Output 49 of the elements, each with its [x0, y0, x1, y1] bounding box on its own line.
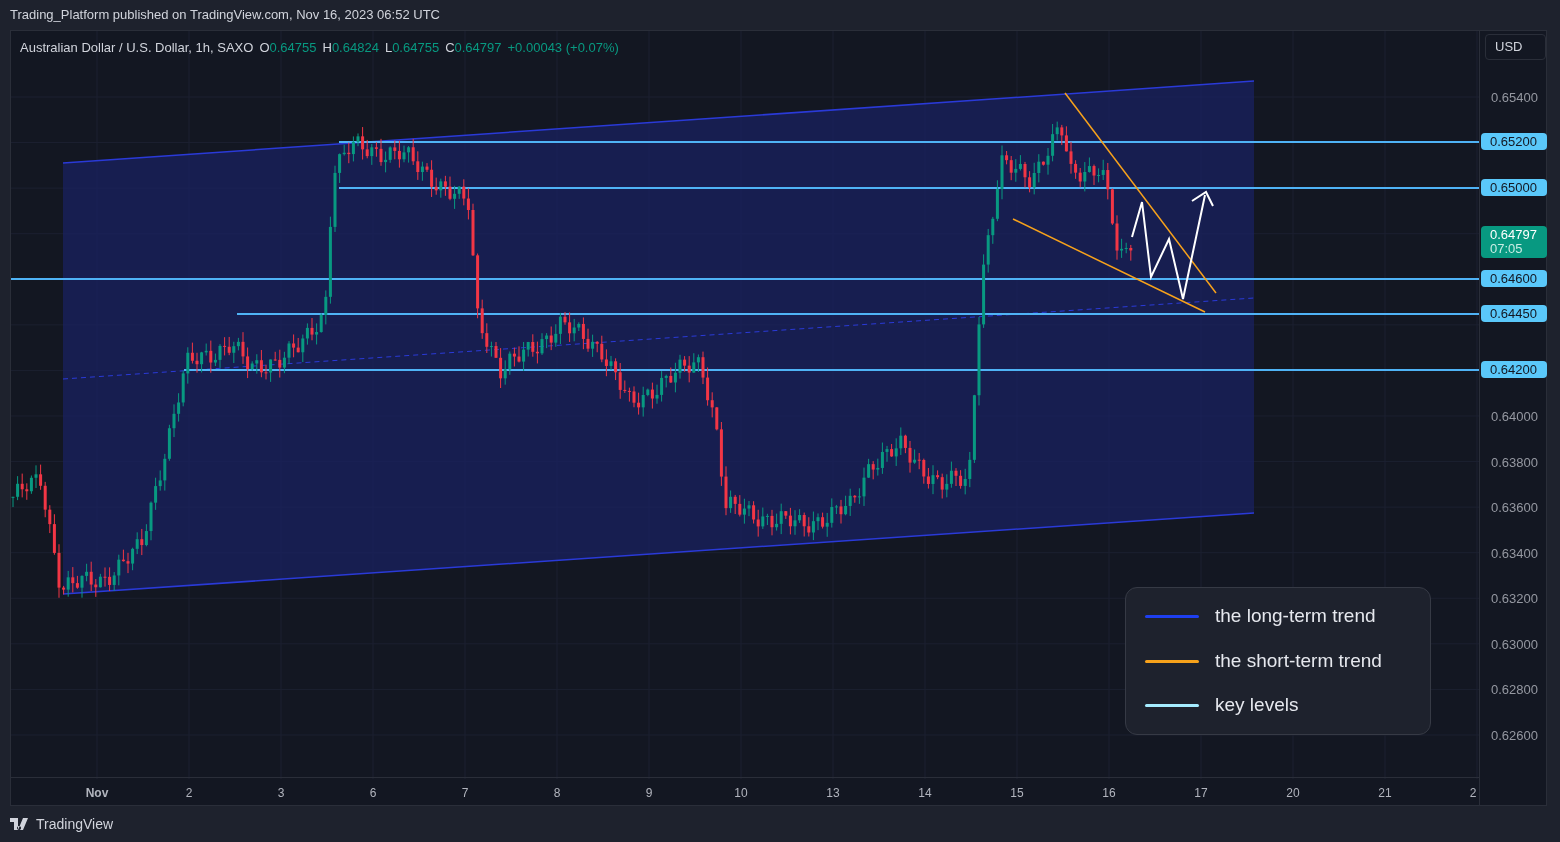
price-axis-label: 0.63800	[1491, 453, 1538, 472]
ohlc-value: 0.64755	[392, 39, 440, 57]
price-axis-label: 0.63600	[1491, 499, 1538, 518]
time-axis-label: 21	[1378, 785, 1392, 803]
symbol-title: Australian Dollar / U.S. Dollar, 1h, SAXO	[20, 39, 254, 57]
price-axis-label: 0.64000	[1491, 408, 1538, 426]
price-change: +0.00043 (+0.07%)	[507, 39, 619, 57]
time-axis-label: 7	[461, 785, 469, 803]
price-axis-label: 0.63200	[1491, 590, 1538, 609]
ohlc-label: C	[445, 39, 455, 57]
publish-info: Trading_Platform published on TradingView.com, Nov 16, 2023 06:52 UTC	[10, 6, 440, 25]
ohlc-value: 0.64824	[331, 39, 379, 57]
logo-icon	[10, 818, 31, 830]
time-axis-label: 13	[826, 785, 840, 803]
time-axis-label: 3	[277, 785, 285, 803]
price-level-badge: 0.65200	[1481, 133, 1547, 150]
price-axis-label: 0.63400	[1491, 544, 1538, 563]
ohlc-label: L	[384, 39, 393, 57]
currency-button[interactable]: USD	[1485, 34, 1546, 60]
legend-label: the long-term trend	[1215, 604, 1376, 629]
time-axis-label: 10	[734, 785, 748, 803]
time-axis-label: 6	[369, 785, 377, 803]
bar-countdown: 07:05	[1490, 242, 1524, 256]
time-axis-label: 2	[185, 785, 193, 803]
ohlc-value: 0.64755	[269, 39, 317, 57]
price-axis-label: 0.62600	[1491, 726, 1538, 745]
ohlc-label: O	[259, 39, 270, 57]
time-axis-label: 2	[1469, 785, 1477, 803]
legend-label: key levels	[1215, 693, 1299, 718]
price-level-badge: 0.64200	[1481, 361, 1547, 378]
price-axis-label: 0.62800	[1491, 681, 1538, 700]
time-axis-label: Nov	[85, 785, 109, 803]
price-level-badge: 0.64600	[1481, 270, 1547, 287]
time-axis-label: 17	[1194, 785, 1208, 803]
time-axis-label: 9	[645, 785, 653, 803]
price-level-badge: 0.65000	[1481, 179, 1547, 196]
time-axis-label: 14	[918, 785, 932, 803]
time-axis-label: 8	[553, 785, 561, 803]
brand-name: TradingView	[36, 814, 114, 834]
time-axis-label: 15	[1010, 785, 1024, 803]
current-price: 0.64797	[1490, 228, 1538, 242]
ohlc-value: 0.64797	[454, 39, 502, 57]
price-level-badge: 0.64450	[1481, 305, 1547, 322]
time-axis-label: 20	[1286, 785, 1300, 803]
price-axis-label: 0.63000	[1491, 635, 1538, 654]
time-axis-label: 16	[1102, 785, 1116, 803]
ohlc-label: H	[322, 39, 332, 57]
price-axis-label: 0.65400	[1491, 89, 1538, 107]
legend-label: the short-term trend	[1215, 648, 1382, 673]
